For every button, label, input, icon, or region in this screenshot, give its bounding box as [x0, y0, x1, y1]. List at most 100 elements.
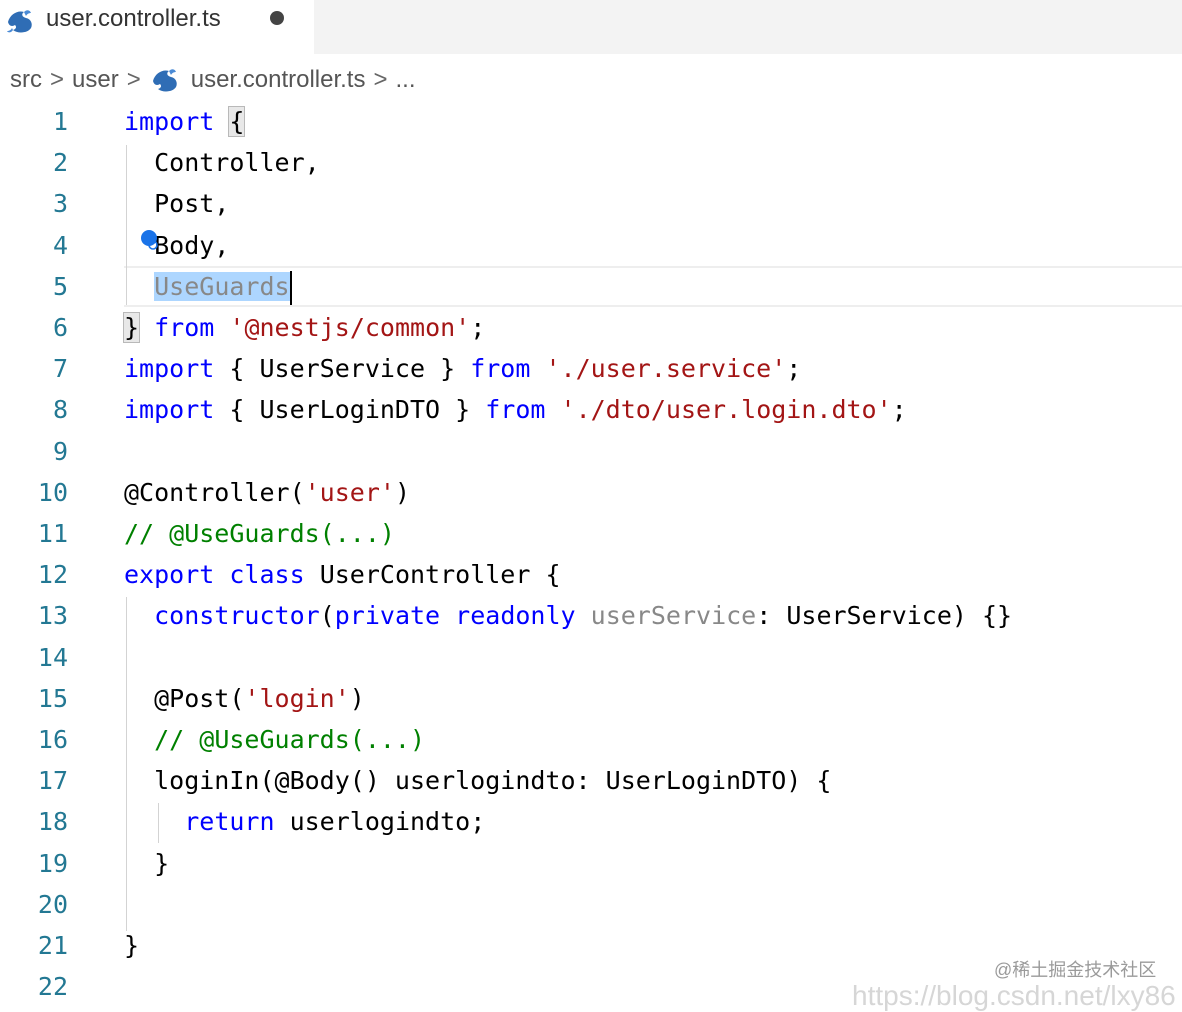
code-line[interactable]: 17 loginIn(@Body() userlogindto: UserLog… [0, 760, 1182, 801]
line-number: 3 [52, 189, 68, 219]
code-token: ; [891, 395, 907, 425]
line-number: 16 [37, 725, 68, 754]
matched-bracket: { [228, 106, 246, 137]
string-token: 'login' [244, 683, 350, 713]
breadcrumb-separator: > [50, 66, 65, 93]
code-editor[interactable]: 1 import {2 Controller, 3 Post, 4 Body, 5 Us… [0, 101, 1182, 1004]
code-token: ; [786, 354, 802, 384]
breadcrumb-item-src[interactable]: src [10, 66, 42, 94]
breadcrumb-item-user[interactable]: user [72, 66, 119, 94]
code-line[interactable]: 6} from '@nestjs/common'; [0, 307, 1182, 348]
code-line[interactable]: 9 [0, 431, 1182, 472]
code-line[interactable]: 12 export class UserController { [0, 554, 1182, 595]
code-token: ; [470, 313, 486, 342]
string-token: '@nestjs/common' [229, 313, 471, 342]
breadcrumb: src > user > user.controller.ts > ... [10, 64, 416, 96]
code-line[interactable]: 16 // @UseGuards(...) [0, 719, 1182, 760]
line-code: @Controller('user') [124, 472, 410, 513]
indent-guide [158, 803, 159, 843]
line-code: // @UseGuards(...) [124, 513, 395, 554]
breadcrumb-item-file[interactable]: user.controller.ts [191, 66, 366, 94]
unsaved-dot-icon[interactable] [270, 11, 284, 25]
text-cursor [289, 270, 292, 305]
code-token: Controller, [124, 148, 320, 178]
code-token: @Post( [124, 683, 245, 713]
keyword-token: return [184, 807, 275, 837]
code-token: { UserLoginDTO } [214, 395, 486, 425]
line-code: import { UserService } from './user.serv… [124, 348, 801, 389]
line-code: import { [124, 101, 246, 142]
watermark-secondary: https://blog.csdn.net/lxy86 [852, 980, 1176, 1011]
matched-bracket: } [122, 312, 141, 343]
code-token: userlogindto; [274, 807, 486, 837]
code-line[interactable]: 13 constructor(private readonly userServ… [0, 595, 1182, 636]
code-line[interactable]: 19 } [0, 843, 1182, 884]
line-code: UseGuards [124, 266, 292, 307]
code-line[interactable]: 14 [0, 637, 1182, 678]
nestjs-icon [7, 10, 32, 33]
breadcrumb-separator: > [373, 66, 388, 93]
indent-guide [126, 145, 127, 305]
code-line[interactable]: 5 UseGuards [0, 265, 1182, 307]
line-number: 1 [52, 107, 68, 136]
code-line[interactable]: 20 [0, 884, 1182, 925]
code-line[interactable]: 10 @Controller('user') [0, 472, 1182, 513]
line-code: } from '@nestjs/common'; [122, 307, 486, 348]
line-code: // @UseGuards(...) [124, 719, 425, 760]
line-number: 22 [37, 972, 68, 1002]
keyword-token: constructor [154, 601, 320, 631]
line-code: export class UserController { [124, 554, 561, 595]
editor-tab[interactable]: user.controller.ts [0, 0, 314, 54]
watermark-primary: @稀土掘金技术社区 [994, 960, 1157, 980]
line-number: 19 [37, 848, 68, 878]
line-number: 13 [37, 601, 68, 631]
line-number: 4 [52, 230, 68, 260]
keyword-token: from [485, 395, 546, 425]
nestjs-icon [152, 69, 177, 92]
line-code: import { UserLoginDTO } from './dto/user… [124, 389, 907, 430]
line-number: 12 [37, 560, 68, 590]
keyword-token: class [229, 560, 305, 590]
code-line[interactable]: 1 import { [0, 101, 1182, 142]
code-token: } [124, 848, 170, 878]
line-number: 11 [37, 519, 68, 548]
line-number: 9 [52, 436, 68, 466]
line-code: Controller, [124, 142, 320, 183]
line-number: 7 [52, 354, 68, 384]
keyword-token: readonly [455, 601, 576, 631]
code-line[interactable]: 18 return userlogindto; [0, 801, 1182, 842]
unused-identifier-token: userService [590, 601, 757, 631]
breadcrumb-item-symbols[interactable]: ... [395, 66, 415, 94]
line-code: constructor(private readonly userService… [124, 595, 1012, 636]
code-line[interactable]: 11 // @UseGuards(...) [0, 513, 1182, 554]
code-line[interactable]: 15 @Post('login') [0, 678, 1182, 719]
keyword-token: from [154, 313, 215, 342]
code-line[interactable]: 4 Body, [0, 225, 1182, 266]
keyword-token: private [334, 601, 441, 631]
string-token: './user.service' [545, 354, 787, 384]
code-line[interactable]: 7 import { UserService } from './user.ser… [0, 348, 1182, 389]
code-line[interactable]: 2 Controller, [0, 142, 1182, 183]
line-number: 8 [52, 395, 68, 425]
code-token: UserController { [304, 560, 561, 590]
keyword-token: import [124, 354, 215, 384]
code-token: ) [394, 477, 410, 507]
code-line[interactable]: 8 import { UserLoginDTO } from './dto/use… [0, 389, 1182, 430]
line-code: @Post('login') [124, 678, 365, 719]
tab-bar: user.controller.ts [0, 0, 1182, 54]
keyword-token: from [470, 354, 531, 384]
line-code: return userlogindto; [124, 801, 485, 842]
code-line[interactable]: 3 Post, [0, 183, 1182, 224]
selected-text: UseGuards [154, 271, 290, 301]
code-token: } [124, 931, 140, 960]
lightbulb-icon[interactable] [138, 228, 162, 252]
